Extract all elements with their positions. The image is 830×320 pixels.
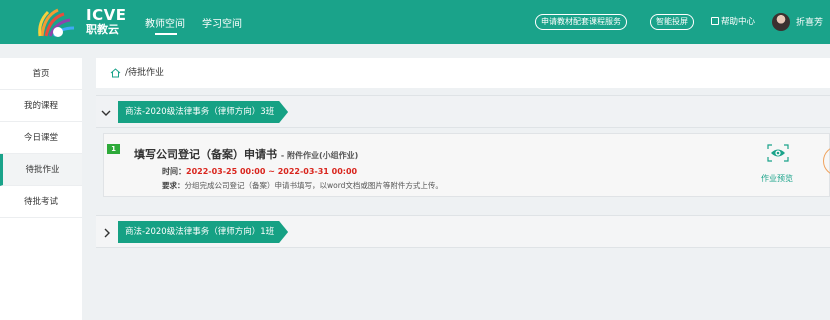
time-value: 2022-03-25 00:00 ~ 2022-03-31 00:00 (186, 167, 358, 176)
home-icon[interactable] (110, 67, 121, 78)
task-time-row: 时间：2022-03-25 00:00 ~ 2022-03-31 00:00 (162, 166, 357, 177)
nav-study-space[interactable]: 学习空间 (202, 15, 242, 30)
help-center-label: 帮助中心 (721, 17, 756, 27)
preview-homework-button[interactable]: 作业预览 (761, 173, 793, 184)
class-name-tag: 商法-2020级法律事务（律师方向）3班 (118, 101, 288, 123)
help-icon (711, 17, 719, 25)
class-name-tag: 商法-2020级法律事务（律师方向）1班 (118, 221, 288, 243)
time-label: 时间： (162, 167, 186, 176)
class-group-header[interactable]: 商法-2020级法律事务（律师方向）3班 (96, 95, 830, 128)
sidebar-item-home[interactable]: 首页 (0, 58, 82, 90)
task-number-badge: 1 (107, 144, 120, 154)
sidebar-item-pending-homework[interactable]: 待批作业 (0, 154, 82, 186)
requirement-value: 分组完成公司登记（备案）申请书填写，以word文档或图片等附件方式上传。 (184, 181, 443, 190)
sidebar-item-today-class[interactable]: 今日课堂 (0, 122, 82, 154)
task-title-line[interactable]: 填写公司登记（备案）申请书 - 附件作业(小组作业) (134, 146, 358, 162)
smart-screen-button[interactable]: 智能投屏 (650, 14, 694, 30)
username[interactable]: 折喜芳 (796, 15, 823, 28)
task-type: - 附件作业(小组作业) (280, 151, 359, 160)
sidebar-item-my-courses[interactable]: 我的课程 (0, 90, 82, 122)
task-requirement-row: 要求：分组完成公司登记（备案）申请书填写，以word文档或图片等附件方式上传。 (162, 180, 443, 191)
sidebar-item-pending-exams[interactable]: 待批考试 (0, 186, 82, 218)
apply-materials-button[interactable]: 申请教材配套课程服务 (535, 14, 627, 30)
logo-en: ICVE (86, 6, 127, 24)
sidebar: 首页 我的课程 今日课堂 待批作业 待批考试 (0, 58, 82, 320)
eye-icon[interactable] (767, 144, 789, 162)
top-header: ICVE 职教云 教师空间 学习空间 申请教材配套课程服务 智能投屏 帮助中心 … (0, 0, 830, 44)
help-center-link[interactable]: 帮助中心 (711, 15, 755, 27)
brand-logo-text[interactable]: ICVE 职教云 (86, 6, 127, 36)
homework-card: 1 填写公司登记（备案）申请书 - 附件作业(小组作业) 时间：2022-03-… (103, 133, 830, 197)
avatar[interactable] (772, 13, 790, 31)
chevron-down-icon[interactable] (101, 108, 111, 118)
task-title: 填写公司登记（备案）申请书 (134, 148, 277, 161)
icve-logo-icon[interactable] (36, 6, 76, 38)
requirement-label: 要求： (162, 181, 185, 190)
breadcrumb-current: /待批作业 (125, 68, 165, 78)
action-circle-button[interactable] (823, 146, 830, 176)
active-nav-underline (155, 33, 177, 35)
class-group-header-collapsed[interactable]: 商法-2020级法律事务（律师方向）1班 (96, 215, 830, 248)
nav-teacher-space[interactable]: 教师空间 (145, 15, 185, 30)
chevron-right-icon[interactable] (102, 228, 112, 238)
logo-cn: 职教云 (86, 23, 119, 36)
breadcrumb: /待批作业 (96, 58, 830, 88)
